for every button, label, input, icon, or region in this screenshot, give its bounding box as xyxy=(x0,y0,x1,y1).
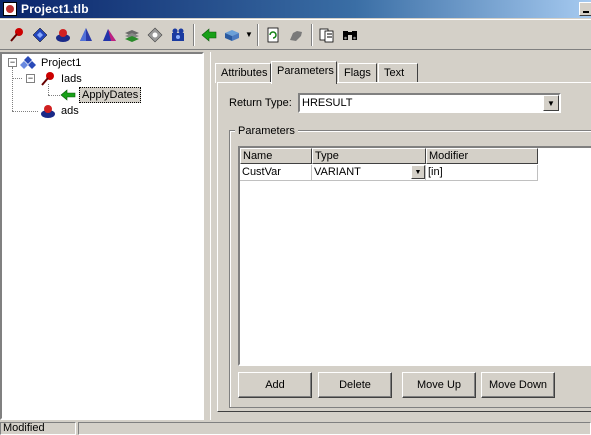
cell-type[interactable]: VARIANT ▼ xyxy=(312,165,426,181)
module-icon[interactable] xyxy=(144,24,166,46)
tree-item-project1[interactable]: Project1 xyxy=(20,55,83,71)
tree-item-iads[interactable]: Iads xyxy=(40,71,84,87)
pin-icon[interactable] xyxy=(6,24,28,46)
minimize-button[interactable] xyxy=(579,2,591,16)
expand-toggle-icon[interactable]: − xyxy=(26,74,35,83)
app-icon[interactable] xyxy=(3,2,17,16)
tab-label: Parameters xyxy=(277,65,334,77)
coclass-icon[interactable] xyxy=(167,24,189,46)
move-down-button[interactable]: Move Down xyxy=(481,372,555,398)
tab-label: Flags xyxy=(344,67,371,79)
move-up-button-label: Move Up xyxy=(416,379,462,391)
delete-button-label: Delete xyxy=(339,379,371,391)
dropdown-box-icon[interactable] xyxy=(221,24,243,46)
chevron-down-icon[interactable]: ▼ xyxy=(543,95,559,111)
return-type-select[interactable]: HRESULT ▼ xyxy=(298,93,561,113)
tab-flags[interactable]: Flags xyxy=(338,63,377,83)
status-text: Modified xyxy=(0,422,76,435)
return-type-label: Return Type: xyxy=(229,97,292,109)
tree-connector xyxy=(12,111,38,112)
library-icon xyxy=(20,55,36,71)
delete-button[interactable]: Delete xyxy=(318,372,392,398)
chevron-down-icon[interactable]: ▼ xyxy=(411,165,425,179)
tree-item-label: ads xyxy=(61,105,79,117)
cone-icon[interactable] xyxy=(75,24,97,46)
move-down-button-label: Move Down xyxy=(488,379,548,391)
pyramid-icon[interactable] xyxy=(98,24,120,46)
document-icon[interactable] xyxy=(316,24,338,46)
tree-connector xyxy=(12,67,13,111)
properties-panel: Attributes Parameters Flags Text Return … xyxy=(210,52,591,420)
tree-connector xyxy=(12,78,22,79)
chevron-down-icon[interactable]: ▼ xyxy=(244,24,254,46)
parameters-group-title: Parameters xyxy=(235,125,298,137)
move-up-button[interactable]: Move Up xyxy=(402,372,476,398)
title-bar[interactable]: Project1.tlb xyxy=(0,0,591,18)
expand-toggle-icon[interactable]: − xyxy=(8,58,17,67)
diamond-icon[interactable] xyxy=(29,24,51,46)
toolbar-separator xyxy=(193,23,195,46)
pin-icon xyxy=(40,71,56,87)
tab-text[interactable]: Text xyxy=(378,63,418,83)
binoculars-icon[interactable] xyxy=(339,24,361,46)
return-type-value: HRESULT xyxy=(302,97,353,109)
tree-item-label: Project1 xyxy=(41,57,82,69)
toolbar-separator xyxy=(311,23,313,46)
refresh-icon[interactable] xyxy=(262,24,284,46)
column-header-modifier[interactable]: Modifier xyxy=(426,148,538,164)
tree-item-ads[interactable]: ads xyxy=(40,103,81,119)
interface-icon[interactable] xyxy=(52,24,74,46)
tab-label: Attributes xyxy=(221,67,268,79)
tree-connector xyxy=(48,95,60,96)
status-bar: Modified xyxy=(0,421,591,435)
status-pane-empty xyxy=(78,422,591,435)
cell-modifier[interactable]: [in] xyxy=(426,165,538,181)
tab-parameters[interactable]: Parameters xyxy=(271,61,337,84)
type-library-tree[interactable]: − − Project1 Iads ApplyDates ads xyxy=(0,52,204,420)
toolbar: ▼ xyxy=(0,19,591,50)
cell-type-value: VARIANT xyxy=(314,166,361,178)
method-icon xyxy=(60,87,76,103)
arrow-icon[interactable] xyxy=(198,24,220,46)
parameters-grid[interactable]: Name Type Modifier CustVar VARIANT ▼ [in… xyxy=(238,146,591,366)
gear-icon[interactable] xyxy=(285,24,307,46)
column-header-name[interactable]: Name xyxy=(240,148,312,164)
column-header-type[interactable]: Type xyxy=(312,148,426,164)
coclass-icon xyxy=(40,103,56,119)
toolbar-separator xyxy=(257,23,259,46)
tree-item-applydates[interactable]: ApplyDates xyxy=(60,87,142,103)
add-button[interactable]: Add xyxy=(238,372,312,398)
tab-label: Text xyxy=(384,67,405,79)
tree-item-label: Iads xyxy=(61,73,82,85)
tree-item-label: ApplyDates xyxy=(79,87,142,103)
tab-attributes[interactable]: Attributes xyxy=(215,63,271,83)
add-button-label: Add xyxy=(265,379,285,391)
window-title: Project1.tlb xyxy=(21,2,89,16)
stack-icon[interactable] xyxy=(121,24,143,46)
cell-name[interactable]: CustVar xyxy=(240,165,312,181)
